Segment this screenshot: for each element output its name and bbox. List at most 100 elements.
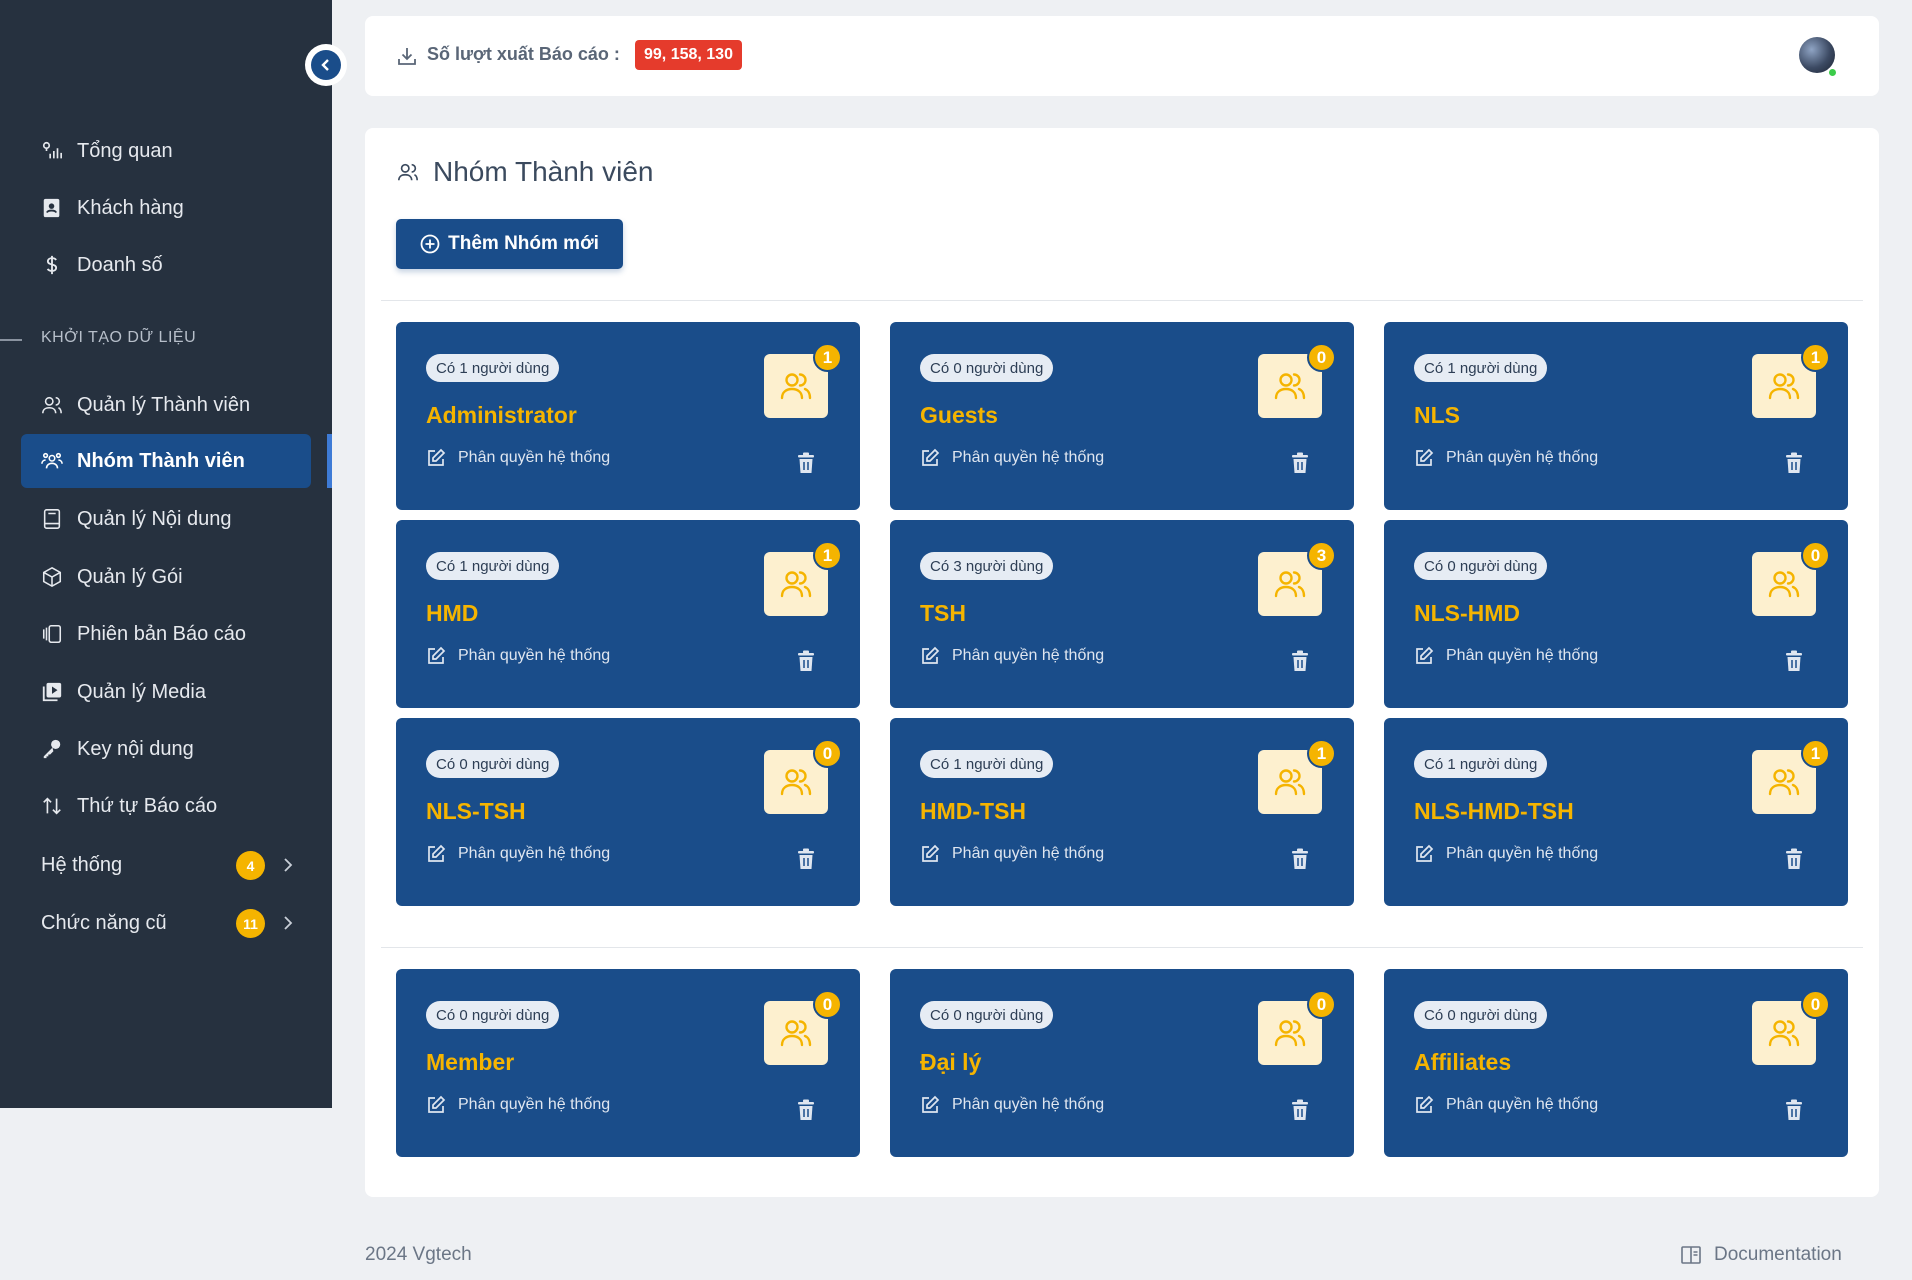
- sidebar-group-legacy[interactable]: Chức năng cũ 11: [41, 903, 301, 943]
- trash-icon[interactable]: [1290, 452, 1310, 474]
- trash-icon[interactable]: [1290, 848, 1310, 870]
- permission-link[interactable]: Phân quyền hệ thống: [426, 844, 610, 864]
- users-icon: [1768, 769, 1800, 796]
- users-icon: [1274, 571, 1306, 598]
- sidebar-item-media[interactable]: Quản lý Media: [21, 665, 311, 719]
- users-icon: [780, 571, 812, 598]
- sidebar-item-label: Quản lý Media: [77, 680, 206, 703]
- group-card: Có 0 người dùng Guests Phân quyền hệ thố…: [890, 322, 1354, 510]
- trash-icon[interactable]: [1784, 848, 1804, 870]
- export-count-label: Số lượt xuất Báo cáo :: [427, 44, 620, 64]
- sidebar-item-label: Nhóm Thành viên: [77, 449, 245, 472]
- user-count-badge: 0: [813, 739, 842, 768]
- sidebar-item-packages[interactable]: Quản lý Gói: [21, 550, 311, 604]
- sidebar-item-label: Quản lý Nội dung: [77, 507, 232, 530]
- sidebar-item-overview[interactable]: Tổng quan: [21, 124, 311, 178]
- plus-circle-icon: [420, 234, 440, 254]
- trash-icon[interactable]: [796, 650, 816, 672]
- users-icon: [1768, 1020, 1800, 1047]
- edit-icon: [1416, 844, 1434, 862]
- dashboard-icon: [42, 141, 62, 159]
- top-bar: Số lượt xuất Báo cáo : 99, 158, 130: [365, 16, 1879, 96]
- trash-icon[interactable]: [796, 848, 816, 870]
- users-icon: [1768, 373, 1800, 400]
- permission-link[interactable]: Phân quyền hệ thống: [426, 1095, 610, 1115]
- permission-link[interactable]: Phân quyền hệ thống: [920, 448, 1104, 468]
- chevron-right-icon: [284, 858, 293, 872]
- dollar-icon: [46, 255, 58, 275]
- edit-icon: [428, 844, 446, 862]
- group-card: Có 0 người dùng Member Phân quyền hệ thố…: [396, 969, 860, 1157]
- group-name[interactable]: Administrator: [426, 402, 577, 429]
- sidebar-item-label: Quản lý Gói: [77, 565, 183, 588]
- group-card-grid: Có 1 người dùng Administrator Phân quyền…: [396, 322, 1848, 907]
- key-icon: [43, 739, 61, 759]
- user-group-icon: [41, 452, 63, 469]
- sidebar-item-report-order[interactable]: Thứ tự Báo cáo: [21, 779, 311, 833]
- trash-icon[interactable]: [1290, 650, 1310, 672]
- user-count-pill: Có 0 người dùng: [426, 1001, 560, 1029]
- sidebar-item-label: Khách hàng: [77, 196, 184, 219]
- permission-link[interactable]: Phân quyền hệ thống: [1414, 646, 1598, 666]
- page-title: Nhóm Thành viên: [397, 156, 654, 188]
- sidebar-item-sales[interactable]: Doanh số: [21, 238, 311, 292]
- user-count-pill: Có 0 người dùng: [920, 354, 1054, 382]
- add-group-button[interactable]: Thêm Nhóm mới: [396, 219, 623, 269]
- add-group-button-label: Thêm Nhóm mới: [448, 233, 599, 254]
- group-name[interactable]: HMD: [426, 600, 478, 627]
- permission-link-label: Phân quyền hệ thống: [1446, 1096, 1599, 1113]
- sidebar-item-label: Quản lý Thành viên: [77, 393, 251, 416]
- permission-link[interactable]: Phân quyền hệ thống: [1414, 844, 1598, 864]
- group-name[interactable]: Đại lý: [920, 1049, 981, 1076]
- permission-link[interactable]: Phân quyền hệ thống: [920, 646, 1104, 666]
- group-name[interactable]: HMD-TSH: [920, 798, 1026, 825]
- permission-link[interactable]: Phân quyền hệ thống: [426, 448, 610, 468]
- permission-link-label: Phân quyền hệ thống: [1446, 449, 1599, 466]
- sidebar-item-customers[interactable]: Khách hàng: [21, 181, 311, 235]
- count-badge: 11: [236, 909, 265, 938]
- group-name[interactable]: NLS: [1414, 402, 1460, 429]
- permission-link[interactable]: Phân quyền hệ thống: [920, 1095, 1104, 1115]
- contact-book-icon: [43, 198, 60, 218]
- sidebar-item-member-groups[interactable]: Nhóm Thành viên: [21, 434, 311, 488]
- trash-icon[interactable]: [1784, 1099, 1804, 1121]
- users-icon: [1274, 1020, 1306, 1047]
- trash-icon[interactable]: [1784, 650, 1804, 672]
- sidebar-item-members[interactable]: Quản lý Thành viên: [21, 378, 311, 432]
- permission-link-label: Phân quyền hệ thống: [952, 647, 1105, 664]
- sidebar-item-content[interactable]: Quản lý Nội dung: [21, 492, 311, 546]
- group-card: Có 1 người dùng NLS Phân quyền hệ thống …: [1384, 322, 1848, 510]
- edit-icon: [1416, 1095, 1434, 1113]
- trash-icon[interactable]: [1290, 1099, 1310, 1121]
- sidebar-item-content-keys[interactable]: Key nội dung: [21, 722, 311, 776]
- permission-link[interactable]: Phân quyền hệ thống: [1414, 1095, 1598, 1115]
- sidebar-collapse-button[interactable]: [305, 44, 347, 86]
- permission-link[interactable]: Phân quyền hệ thống: [1414, 448, 1598, 468]
- users-icon: [398, 163, 418, 181]
- trash-icon[interactable]: [1784, 452, 1804, 474]
- group-card: Có 3 người dùng TSH Phân quyền hệ thống …: [890, 520, 1354, 708]
- sidebar-group-system[interactable]: Hệ thống 4: [41, 845, 301, 885]
- group-name[interactable]: Affiliates: [1414, 1049, 1511, 1076]
- trash-icon[interactable]: [796, 1099, 816, 1121]
- group-name[interactable]: NLS-HMD-TSH: [1414, 798, 1574, 825]
- group-name[interactable]: TSH: [920, 600, 966, 627]
- group-name[interactable]: NLS-HMD: [1414, 600, 1520, 627]
- group-name[interactable]: Guests: [920, 402, 998, 429]
- users-icon: [1768, 571, 1800, 598]
- user-count-badge: 0: [1801, 990, 1830, 1019]
- user-count-pill: Có 0 người dùng: [920, 1001, 1054, 1029]
- trash-icon[interactable]: [796, 452, 816, 474]
- permission-link[interactable]: Phân quyền hệ thống: [426, 646, 610, 666]
- group-name[interactable]: NLS-TSH: [426, 798, 526, 825]
- group-name[interactable]: Member: [426, 1049, 514, 1076]
- permission-link[interactable]: Phân quyền hệ thống: [920, 844, 1104, 864]
- footer-copyright: 2024 Vgtech: [365, 1244, 472, 1265]
- sidebar-group-label: Chức năng cũ: [41, 911, 167, 934]
- group-card: Có 1 người dùng Administrator Phân quyền…: [396, 322, 860, 510]
- section-label: KHỞI TẠO DỮ LIỆU: [41, 329, 197, 346]
- documentation-link[interactable]: Documentation: [1680, 1244, 1842, 1266]
- permission-link-label: Phân quyền hệ thống: [1446, 845, 1599, 862]
- sidebar-item-report-versions[interactable]: Phiên bản Báo cáo: [21, 607, 311, 661]
- permission-link-label: Phân quyền hệ thống: [458, 845, 611, 862]
